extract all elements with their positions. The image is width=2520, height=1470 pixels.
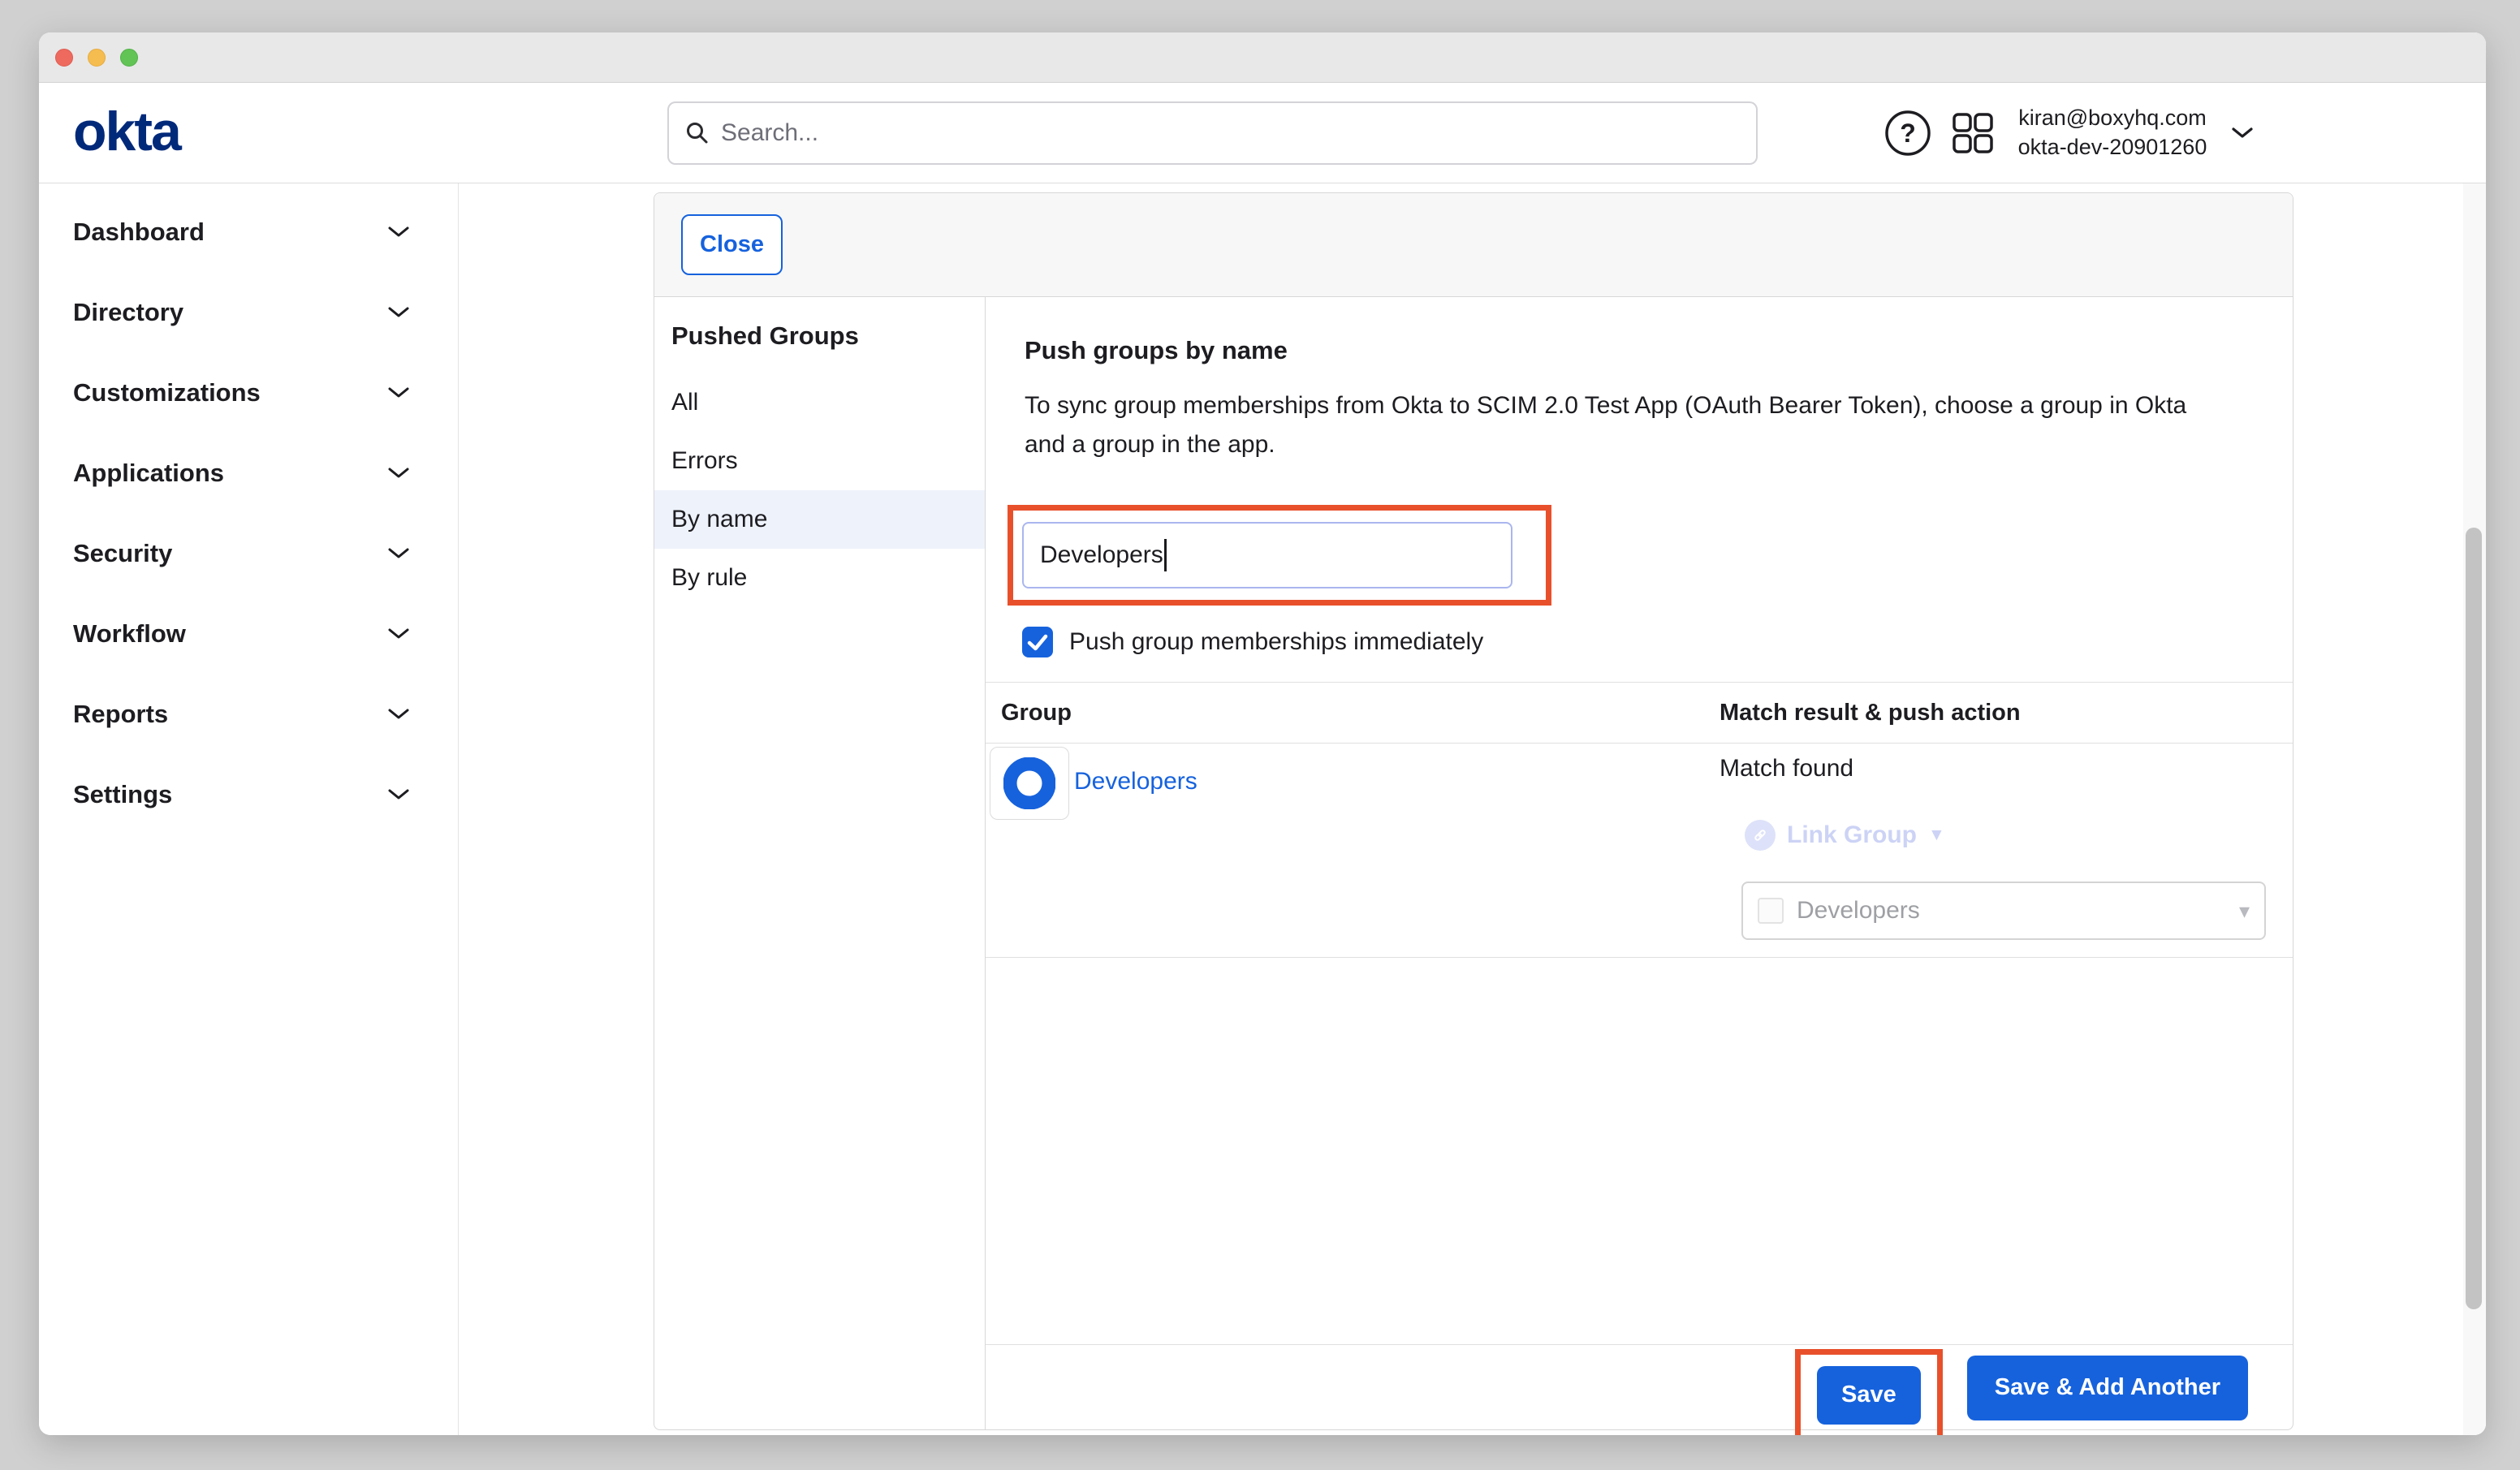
link-group-label: Link Group — [1787, 821, 1917, 849]
column-header-group: Group — [986, 700, 1720, 726]
sidebar-nav: Dashboard Directory Customizations Appli… — [39, 183, 459, 1435]
chevron-down-icon — [388, 386, 409, 399]
annotation-highlight-input: Developers — [1008, 505, 1551, 606]
chevron-down-icon — [388, 708, 409, 720]
pushed-groups-tab-errors[interactable]: Errors — [654, 432, 985, 490]
group-name-input[interactable]: Developers — [1022, 522, 1512, 588]
pushed-groups-tab-all[interactable]: All — [654, 373, 985, 432]
sidebar-item-settings[interactable]: Settings — [39, 754, 458, 834]
column-header-match: Match result & push action — [1720, 700, 2293, 726]
save-button[interactable]: Save — [1817, 1366, 1921, 1425]
pushed-groups-tab-by-name[interactable]: By name — [654, 490, 985, 549]
save-and-add-another-button[interactable]: Save & Add Another — [1967, 1356, 2248, 1420]
account-org: okta-dev-20901260 — [2015, 132, 2210, 162]
app-header: okta ? — [39, 83, 2486, 183]
annotation-highlight-save: Save — [1795, 1349, 1943, 1436]
svg-text:?: ? — [1900, 119, 1916, 148]
app-window: okta ? — [39, 32, 2486, 1435]
scrollbar[interactable] — [2463, 183, 2486, 1435]
group-avatar-icon — [1003, 757, 1055, 809]
sidebar-item-directory[interactable]: Directory — [39, 272, 458, 352]
chevron-down-icon — [388, 547, 409, 559]
help-icon: ? — [1884, 109, 1932, 157]
scrollbar-thumb[interactable] — [2466, 528, 2482, 1309]
group-avatar — [990, 747, 1069, 820]
group-name-link[interactable]: Developers — [1074, 768, 1197, 795]
account-chevron-down-icon[interactable] — [2231, 127, 2254, 140]
pushed-groups-nav: Pushed Groups All Errors By name By rule — [654, 297, 986, 1430]
link-group-dropdown-arrow-icon: ▼ — [1928, 826, 1945, 845]
sidebar-item-workflow[interactable]: Workflow — [39, 593, 458, 674]
link-group-button[interactable]: Link Group ▼ — [1745, 820, 1945, 851]
target-group-icon — [1758, 898, 1784, 924]
sidebar-item-customizations[interactable]: Customizations — [39, 352, 458, 433]
pushed-groups-title: Pushed Groups — [654, 321, 985, 351]
apps-menu-button[interactable] — [1952, 112, 1994, 154]
search-input[interactable] — [721, 105, 1756, 162]
group-name-input-value: Developers — [1040, 541, 1163, 569]
table-row: Developers Match found — [986, 744, 2293, 958]
chevron-down-icon — [388, 226, 409, 238]
page-title: Push groups by name — [1025, 336, 2293, 365]
help-button[interactable]: ? — [1884, 109, 1932, 157]
push-immediately-checkbox[interactable] — [1022, 627, 1053, 657]
account-email: kiran@boxyhq.com — [2015, 103, 2210, 132]
sidebar-item-reports[interactable]: Reports — [39, 674, 458, 754]
window-titlebar — [39, 32, 2486, 83]
match-table-header: Group Match result & push action — [986, 682, 2293, 744]
panel-footer: Save Save & Add Another — [986, 1344, 2293, 1430]
description-text: To sync group memberships from Okta to S… — [1025, 386, 2226, 464]
sidebar-item-applications[interactable]: Applications — [39, 433, 458, 513]
sidebar-item-dashboard[interactable]: Dashboard — [39, 192, 458, 272]
chevron-down-icon — [388, 306, 409, 318]
push-groups-panel: Close Pushed Groups All Errors By name B… — [654, 192, 2293, 1430]
chevron-down-icon — [388, 467, 409, 479]
match-status-text: Match found — [1720, 755, 2293, 782]
push-immediately-label: Push group memberships immediately — [1069, 628, 1483, 656]
target-group-value: Developers — [1797, 897, 2226, 925]
apps-grid-icon — [1952, 112, 1994, 154]
search-bar[interactable] — [667, 101, 1758, 165]
text-cursor — [1164, 539, 1167, 571]
match-table: Group Match result & push action — [986, 682, 2293, 958]
select-arrow-icon: ▾ — [2239, 899, 2250, 924]
panel-toolbar: Close — [654, 193, 2293, 297]
link-icon — [1745, 820, 1776, 851]
push-immediately-row: Push group memberships immediately — [1022, 627, 2293, 657]
checkbox-check-icon — [1022, 627, 1053, 657]
chevron-down-icon — [388, 788, 409, 800]
close-button[interactable]: Close — [681, 214, 783, 275]
traffic-light-zoom-button[interactable] — [120, 49, 138, 67]
pushed-groups-tab-by-rule[interactable]: By rule — [654, 549, 985, 607]
okta-logo: okta — [73, 83, 180, 183]
search-icon — [685, 121, 710, 145]
traffic-light-close-button[interactable] — [55, 49, 73, 67]
sidebar-item-security[interactable]: Security — [39, 513, 458, 593]
target-group-select[interactable]: Developers ▾ — [1741, 882, 2266, 940]
account-menu[interactable]: kiran@boxyhq.com okta-dev-20901260 — [2015, 103, 2210, 162]
chevron-down-icon — [388, 627, 409, 640]
traffic-light-minimize-button[interactable] — [88, 49, 106, 67]
